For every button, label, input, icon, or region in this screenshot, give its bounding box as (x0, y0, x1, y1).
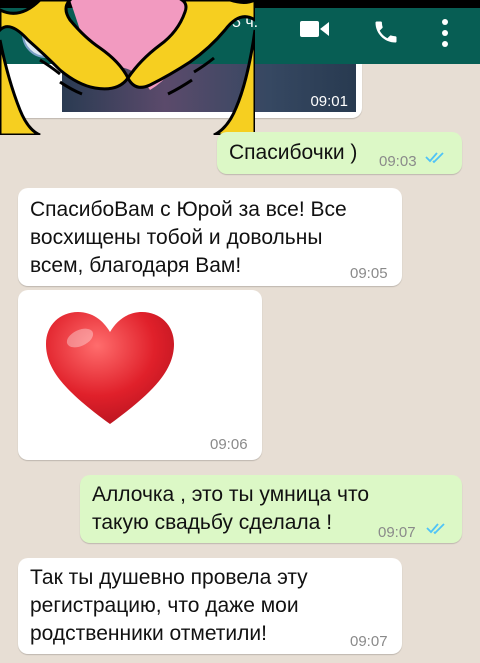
avatar[interactable] (22, 10, 70, 58)
outgoing-message[interactable]: Спасибочки ) 09:03 (217, 132, 462, 174)
read-receipt-icon (426, 523, 445, 535)
chat-header[interactable]: svadba_v_sochi_ 5 ч. (0, 8, 480, 64)
message-text: СпасибоВам с Юрой за все! Все восхищены … (30, 198, 347, 277)
status-bar (0, 0, 480, 8)
incoming-message[interactable]: СпасибоВам с Юрой за все! Все восхищены … (18, 188, 402, 286)
story-time: 5 ч. (232, 14, 259, 31)
message-time: 09:05 (350, 265, 388, 282)
message-time: 09:07 (350, 633, 388, 650)
message-time: 09:01 (310, 93, 348, 110)
incoming-message[interactable]: Так ты душевно провела эту регистрацию, … (18, 558, 402, 654)
image-message[interactable]: 09:01 (0, 64, 362, 118)
message-text: Так ты душевно провела эту регистрацию, … (30, 566, 308, 645)
contact-name[interactable]: svadba_v_sochi_ (80, 14, 213, 32)
message-time: 09:06 (210, 436, 248, 453)
message-text: Аллочка , это ты умница что такую свадьб… (92, 483, 370, 534)
message-text: Спасибочки ) (229, 141, 358, 164)
message-time: 09:07 (378, 524, 416, 541)
phone-icon[interactable] (372, 18, 400, 46)
red-heart-emoji (46, 312, 174, 424)
emoji-message[interactable]: 09:06 (18, 290, 262, 460)
more-menu-icon[interactable] (440, 18, 450, 48)
outgoing-message[interactable]: Аллочка , это ты умница что такую свадьб… (80, 475, 462, 543)
video-call-icon[interactable] (300, 18, 330, 40)
read-receipt-icon (425, 152, 444, 164)
message-time: 09:03 (379, 153, 417, 170)
